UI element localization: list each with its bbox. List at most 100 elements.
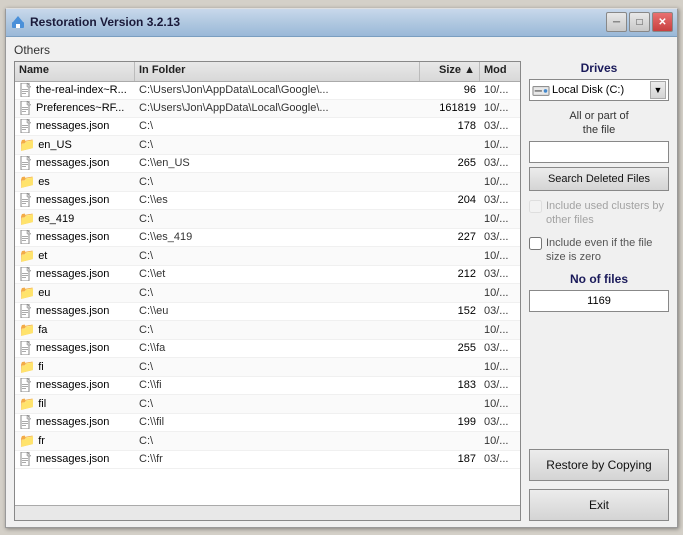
table-row[interactable]: Preferences~RF... C:\Users\Jon\AppData\L…	[15, 100, 520, 118]
cell-size	[420, 292, 480, 294]
cell-name: 📁eu	[15, 284, 135, 302]
cell-size: 227	[420, 230, 480, 244]
table-row[interactable]: messages.json C:\\en_US 265 03/...	[15, 155, 520, 173]
cell-mod: 10/...	[480, 323, 520, 337]
cell-size	[420, 181, 480, 183]
folder-icon: 📁	[19, 322, 35, 338]
cell-mod: 10/...	[480, 360, 520, 374]
cell-name: 📁fa	[15, 321, 135, 339]
cell-size	[420, 366, 480, 368]
file-list-body[interactable]: the-real-index~R... C:\Users\Jon\AppData…	[15, 82, 520, 505]
table-row[interactable]: messages.json C:\\fil 199 03/...	[15, 414, 520, 432]
table-row[interactable]: the-real-index~R... C:\Users\Jon\AppData…	[15, 82, 520, 100]
checkbox1[interactable]	[529, 200, 542, 213]
cell-size: 161819	[420, 101, 480, 115]
table-row[interactable]: 📁fi C:\ 10/...	[15, 358, 520, 377]
horizontal-scrollbar[interactable]	[15, 505, 520, 520]
minimize-button[interactable]: ─	[606, 12, 627, 32]
cell-size	[420, 329, 480, 331]
table-row[interactable]: 📁fil C:\ 10/...	[15, 395, 520, 414]
cell-size: 152	[420, 304, 480, 318]
folder-icon: 📁	[19, 211, 35, 227]
cell-folder: C:\	[135, 286, 420, 300]
cell-folder: C:\	[135, 212, 420, 226]
file-icon	[19, 119, 33, 133]
checkbox1-section: Include used clusters by other files	[529, 199, 669, 228]
cell-name: messages.json	[15, 229, 135, 245]
cell-mod: 10/...	[480, 249, 520, 263]
cell-size	[420, 218, 480, 220]
no-of-files-label: No of files	[529, 272, 669, 286]
drives-label: Drives	[529, 61, 669, 75]
cell-mod: 03/...	[480, 193, 520, 207]
hscrollbar-track[interactable]	[15, 506, 520, 520]
cell-size	[420, 255, 480, 257]
cell-folder: C:\\es	[135, 193, 420, 207]
file-icon	[19, 267, 33, 281]
cell-mod: 03/...	[480, 119, 520, 133]
search-button[interactable]: Search Deleted Files	[529, 167, 669, 191]
table-row[interactable]: 📁et C:\ 10/...	[15, 247, 520, 266]
cell-mod: 03/...	[480, 378, 520, 392]
restore-button[interactable]: Restore by Copying	[529, 449, 669, 481]
search-input[interactable]	[529, 141, 669, 163]
drive-dropdown-arrow[interactable]: ▼	[650, 81, 666, 99]
cell-size: 204	[420, 193, 480, 207]
file-icon	[19, 101, 33, 115]
drive-icon	[532, 83, 550, 97]
table-row[interactable]: messages.json C:\\es 204 03/...	[15, 192, 520, 210]
cell-folder: C:\\eu	[135, 304, 420, 318]
cell-mod: 10/...	[480, 434, 520, 448]
main-window: Restoration Version 3.2.13 ─ □ ✕ Others …	[5, 8, 678, 528]
checkbox1-row: Include used clusters by other files	[529, 199, 669, 228]
col-header-size[interactable]: Size ▲	[420, 62, 480, 81]
cell-folder: C:\\et	[135, 267, 420, 281]
drive-combo[interactable]: Local Disk (C:) ▼	[529, 79, 669, 101]
cell-folder: C:\	[135, 138, 420, 152]
cell-folder: C:\	[135, 175, 420, 189]
table-row[interactable]: messages.json C:\\et 212 03/...	[15, 266, 520, 284]
checkbox2[interactable]	[529, 237, 542, 250]
col-header-mod[interactable]: Mod	[480, 62, 520, 81]
app-icon	[10, 14, 26, 30]
cell-mod: 10/...	[480, 138, 520, 152]
folder-icon: 📁	[19, 396, 35, 412]
cell-name: messages.json	[15, 451, 135, 467]
cell-size	[420, 144, 480, 146]
file-icon	[19, 378, 33, 392]
cell-mod: 10/...	[480, 83, 520, 97]
table-row[interactable]: messages.json C:\\eu 152 03/...	[15, 303, 520, 321]
table-row[interactable]: messages.json C:\ 178 03/...	[15, 118, 520, 136]
cell-name: the-real-index~R...	[15, 82, 135, 98]
cell-name: Preferences~RF...	[15, 100, 135, 116]
file-list-container: Name In Folder Size ▲ Mod the-real-index…	[14, 61, 521, 521]
cell-name: 📁fil	[15, 395, 135, 413]
table-row[interactable]: messages.json C:\\fr 187 03/...	[15, 451, 520, 469]
file-icon	[19, 452, 33, 466]
folder-icon: 📁	[19, 359, 35, 375]
table-row[interactable]: messages.json C:\\fa 255 03/...	[15, 340, 520, 358]
cell-name: 📁en_US	[15, 136, 135, 154]
no-of-files-section: No of files	[529, 272, 669, 312]
close-button[interactable]: ✕	[652, 12, 673, 32]
table-row[interactable]: 📁eu C:\ 10/...	[15, 284, 520, 303]
table-row[interactable]: messages.json C:\\fi 183 03/...	[15, 377, 520, 395]
no-of-files-input[interactable]	[529, 290, 669, 312]
right-panel: Drives Local Disk (C:) ▼ A	[529, 61, 669, 521]
cell-mod: 10/...	[480, 175, 520, 189]
col-header-folder[interactable]: In Folder	[135, 62, 420, 81]
file-icon	[19, 193, 33, 207]
table-row[interactable]: messages.json C:\\es_419 227 03/...	[15, 229, 520, 247]
exit-button[interactable]: Exit	[529, 489, 669, 521]
table-row[interactable]: 📁en_US C:\ 10/...	[15, 136, 520, 155]
table-row[interactable]: 📁fa C:\ 10/...	[15, 321, 520, 340]
table-row[interactable]: 📁es C:\ 10/...	[15, 173, 520, 192]
maximize-button[interactable]: □	[629, 12, 650, 32]
cell-mod: 10/...	[480, 101, 520, 115]
cell-mod: 03/...	[480, 304, 520, 318]
folder-icon: 📁	[19, 285, 35, 301]
table-row[interactable]: 📁es_419 C:\ 10/...	[15, 210, 520, 229]
col-header-name[interactable]: Name	[15, 62, 135, 81]
table-row[interactable]: 📁fr C:\ 10/...	[15, 432, 520, 451]
file-list-header: Name In Folder Size ▲ Mod	[15, 62, 520, 82]
